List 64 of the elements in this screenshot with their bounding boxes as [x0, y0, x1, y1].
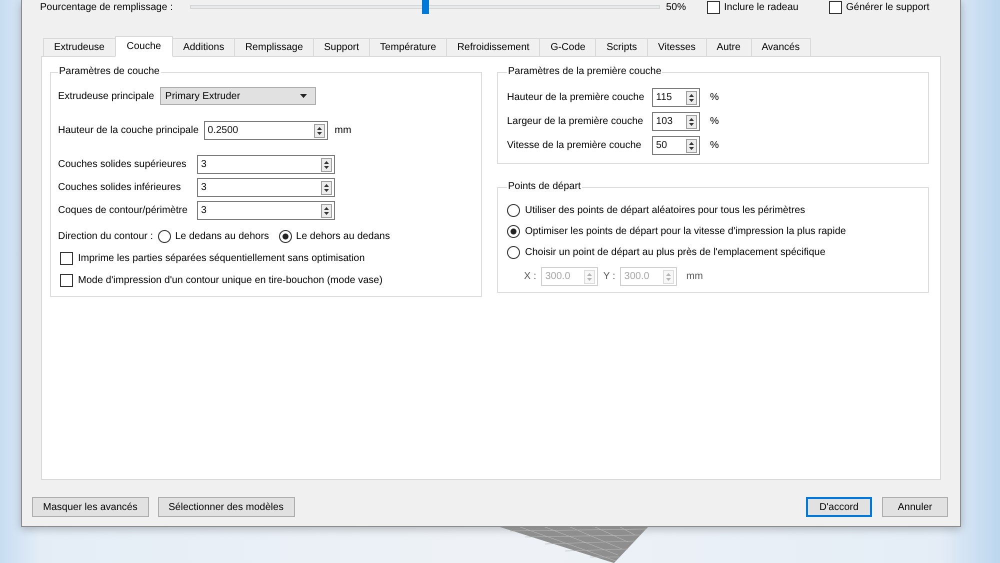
radio-button[interactable] [507, 246, 520, 258]
coordinate-label: Y : [603, 270, 616, 284]
spin-box[interactable]: 3 [197, 178, 335, 197]
checkbox-label: Mode d'impression d'un contour unique en tire-bouchon (mode vase) [78, 274, 383, 288]
unit-label: % [710, 115, 719, 129]
spin-box[interactable]: 50 [652, 136, 700, 155]
tab[interactable]: Extrudeuse [43, 38, 116, 57]
checkbox[interactable] [707, 0, 720, 14]
dialog-button[interactable]: Annuler [882, 497, 948, 517]
option-label: Optimiser les points de départ pour la vitesse d'impression la plus rapide [525, 224, 846, 238]
fill-percentage-value: 50% [666, 0, 688, 14]
spin-box[interactable]: 3 [197, 155, 335, 174]
checkbox[interactable] [60, 274, 73, 286]
spin-arrows-icon[interactable] [686, 114, 697, 128]
slider-track[interactable] [190, 0, 660, 14]
field-label: Couches solides inférieures [58, 181, 182, 195]
spin-arrows-icon[interactable] [314, 124, 325, 138]
fill-percentage-label: Pourcentage de remplissage : [40, 0, 174, 14]
group-title: Points de départ [507, 181, 582, 193]
tab[interactable]: Couche [114, 36, 174, 57]
option-label: Le dehors au dedans [296, 230, 390, 244]
checkbox-label: Inclure le radeau [724, 0, 798, 14]
unit-label: % [710, 139, 719, 153]
spin-arrows-icon[interactable] [686, 90, 697, 104]
option-label: Le dedans au dehors [175, 230, 270, 244]
field-label: Extrudeuse principale [58, 90, 154, 104]
checkbox-label: Générer le support [846, 0, 930, 14]
dialog-button[interactable]: Masquer les avancés [32, 497, 148, 517]
spin-arrows-icon[interactable] [321, 158, 332, 172]
unit-label: mm [686, 270, 703, 284]
dialog-button[interactable]: D'accord [806, 497, 872, 517]
group-title: Paramètres de la première couche [507, 66, 662, 78]
spin-box[interactable]: 0.2500 [204, 121, 328, 140]
field-label: Direction du contour : [58, 230, 154, 244]
caret-icon [300, 94, 308, 98]
radio-button[interactable] [507, 224, 520, 238]
field-label: Hauteur de la première couche [507, 91, 646, 105]
spin-box[interactable]: 103 [652, 112, 700, 131]
checkbox[interactable] [60, 252, 73, 264]
group-title: Paramètres de couche [58, 66, 161, 78]
checkbox-label: Imprime les parties séparées séquentiellement sans optimisation [78, 252, 365, 266]
field-label: Hauteur de la couche principale [58, 124, 199, 138]
field-label: Couches solides supérieures [58, 158, 188, 172]
radio-button[interactable] [279, 230, 292, 242]
unit-label: mm [334, 124, 352, 138]
option-label: Utiliser des points de départ aléatoires pour tous les périmètres [525, 204, 806, 218]
tab[interactable]: Avancés [750, 38, 811, 57]
field-label: Largeur de la première couche [507, 115, 644, 129]
spin-arrows-icon[interactable] [321, 180, 332, 194]
field-label: Coques de contour/périmètre [58, 204, 189, 218]
spin-arrows-icon[interactable] [321, 204, 332, 218]
checkbox[interactable] [829, 0, 842, 14]
unit-label: % [710, 91, 719, 105]
spin-box[interactable]: 115 [652, 88, 700, 107]
spin-box[interactable]: 3 [197, 201, 335, 220]
field-label: Vitesse de la première couche [507, 139, 642, 153]
radio-button[interactable] [507, 204, 520, 216]
dropdown[interactable]: Primary Extruder [160, 87, 316, 105]
dialog-button[interactable]: Sélectionner des modèles [158, 497, 295, 517]
coordinate-label: X : [524, 270, 536, 284]
radio-button[interactable] [158, 230, 172, 242]
slider-thumb[interactable] [422, 0, 429, 14]
option-label: Choisir un point de départ au plus près de l'emplacement spécifique [525, 246, 826, 260]
spin-arrows-icon[interactable] [686, 138, 697, 152]
